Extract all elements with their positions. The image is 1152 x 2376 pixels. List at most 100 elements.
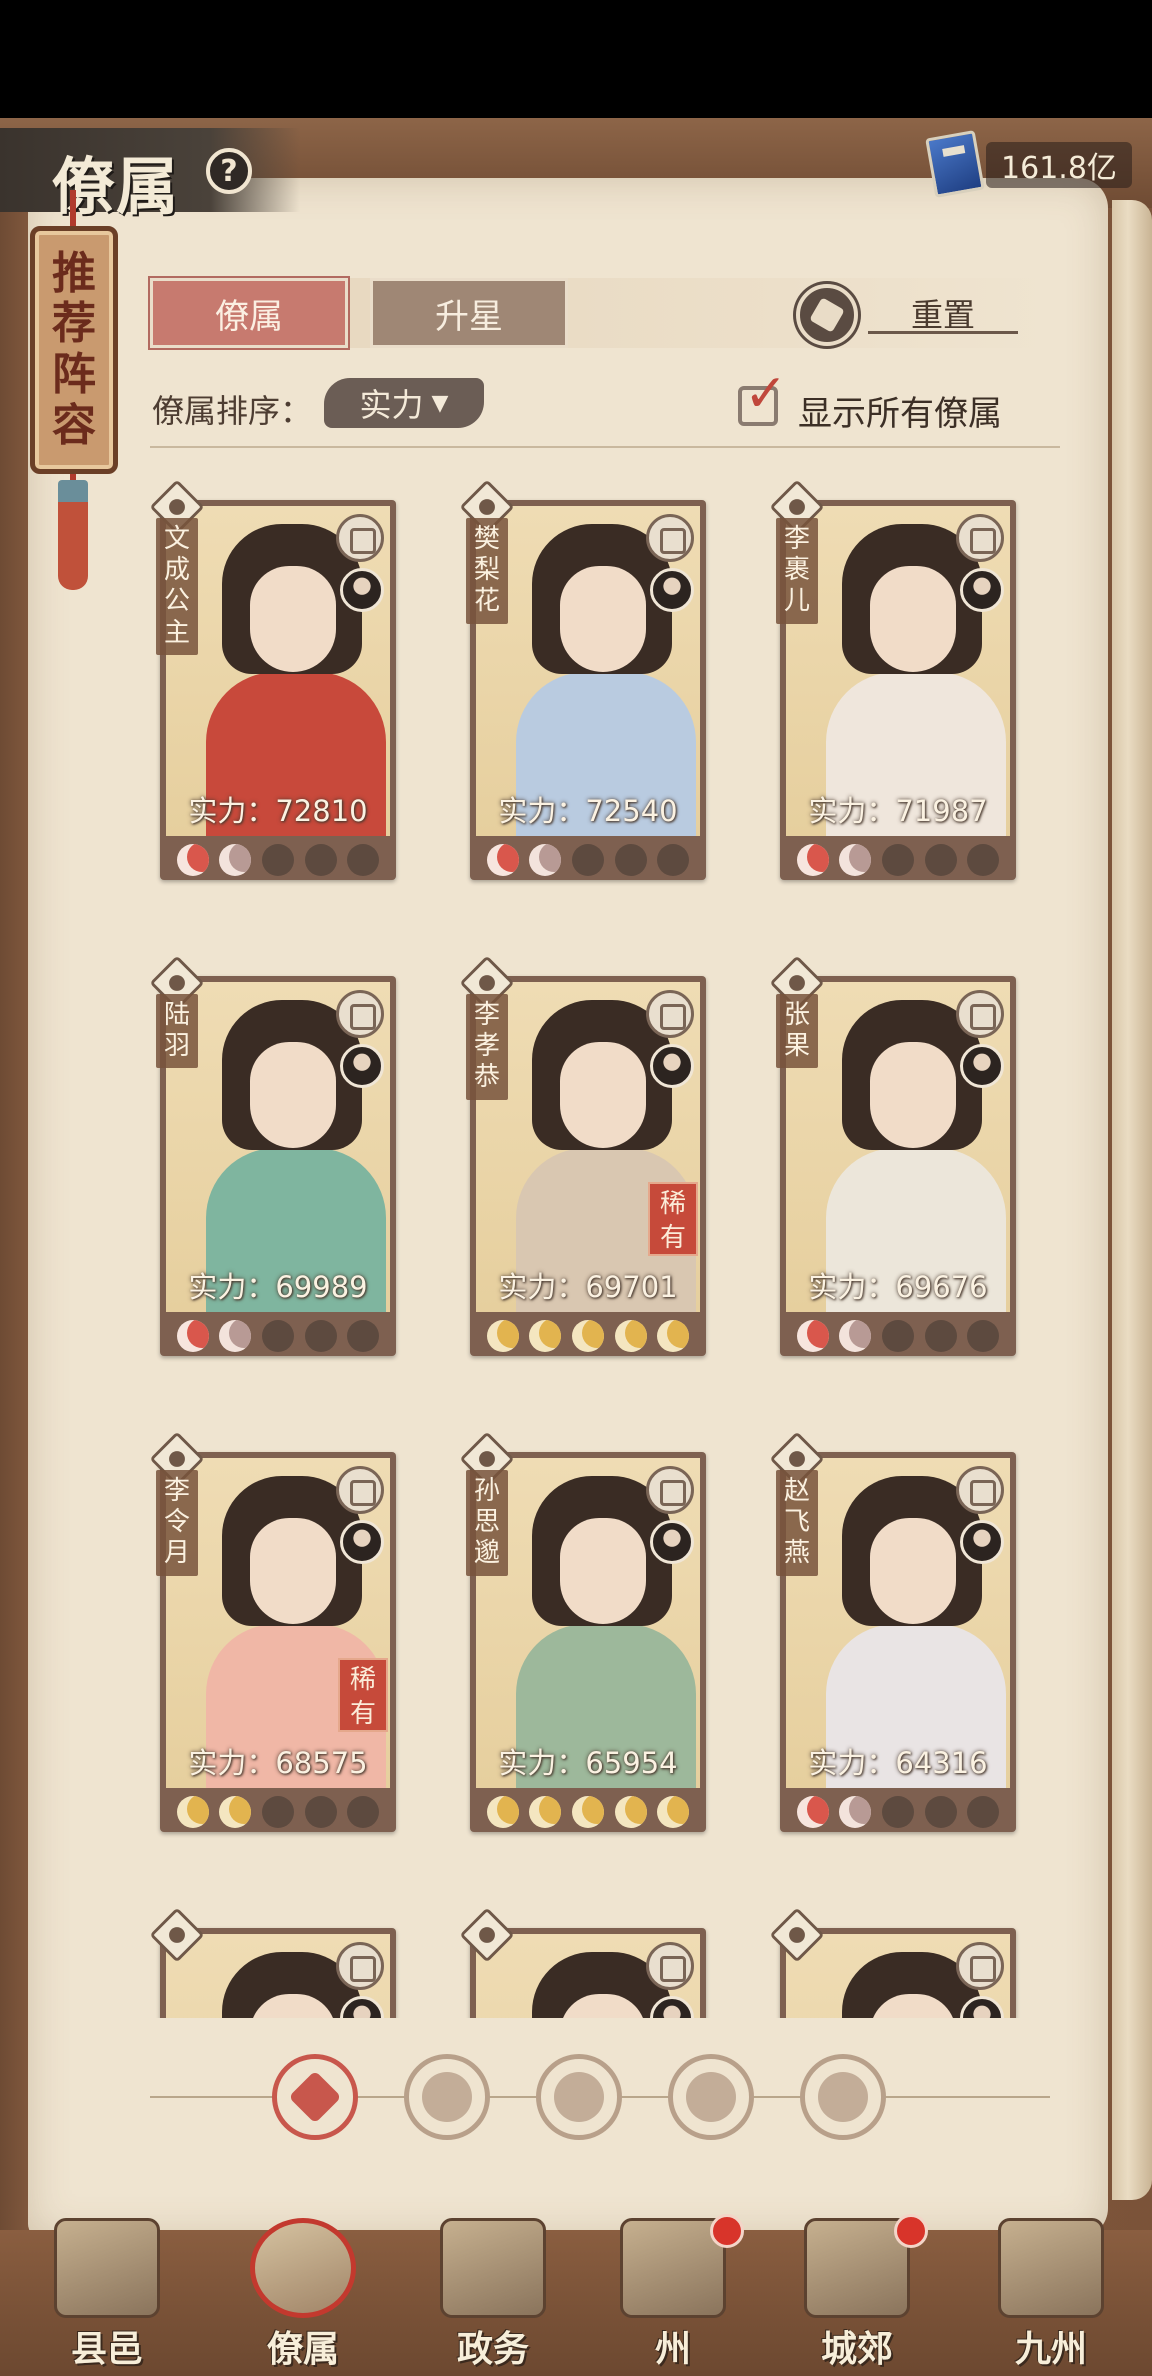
- nav-building-icon: [250, 2218, 356, 2318]
- star-icon: [881, 1320, 914, 1352]
- nav-building-icon: [440, 2218, 546, 2318]
- banner-char: 容: [52, 399, 96, 451]
- divider: [150, 446, 1060, 448]
- subordinate-card[interactable]: 樊梨花实力：72540: [459, 480, 706, 910]
- nav-item[interactable]: 州: [598, 2214, 748, 2376]
- card-name: 陆羽: [156, 994, 198, 1069]
- sort-dropdown[interactable]: 实力 ▼: [324, 378, 484, 428]
- faction-icon: [646, 990, 694, 1038]
- nav-item[interactable]: 城郊: [782, 2214, 932, 2376]
- subordinate-card[interactable]: [459, 1907, 706, 2018]
- subordinate-card[interactable]: 孙思邈 实力：65954: [459, 1431, 706, 1862]
- faction-icon: [956, 514, 1004, 562]
- filter-glyph: [554, 2072, 604, 2122]
- star-row: [476, 1792, 700, 1832]
- notification-dot: [894, 2214, 928, 2248]
- faction-icon: [646, 1942, 694, 1990]
- portrait-face: [560, 1518, 646, 1624]
- faction-icon: [956, 1466, 1004, 1514]
- nav-item[interactable]: 县邑: [32, 2218, 182, 2376]
- all-diamond-icon[interactable]: [272, 2054, 358, 2140]
- faction-icon: [646, 514, 694, 562]
- card-power: 实力：72540: [498, 794, 678, 828]
- nav-item[interactable]: 九州: [976, 2218, 1126, 2376]
- companion-avatar-icon: [650, 568, 694, 612]
- bell-class-icon[interactable]: [404, 2054, 490, 2140]
- faction-icon: [336, 990, 384, 1038]
- nav-item[interactable]: 僚属: [228, 2218, 378, 2376]
- star-icon: [796, 844, 829, 876]
- fan-class-icon[interactable]: [668, 2054, 754, 2140]
- star-icon: [967, 1320, 1000, 1352]
- lion-class-icon[interactable]: [800, 2054, 886, 2140]
- currency-display[interactable]: 161.8亿: [925, 130, 1136, 198]
- subordinate-card[interactable]: [150, 1907, 396, 2018]
- faction-icon: [336, 1466, 384, 1514]
- card-name: 文成公主: [156, 518, 198, 655]
- caret-down-icon: ▼: [431, 390, 449, 416]
- star-icon: [176, 1796, 209, 1828]
- portrait-face: [560, 566, 646, 672]
- star-icon: [176, 844, 209, 876]
- subordinate-grid[interactable]: 文成公主 实力：72810 樊梨花 实力：72540 李裹儿 实力：71987 陆羽 实力：6…: [150, 480, 1050, 2018]
- subordinate-card[interactable]: 李裹儿 实力：71987: [769, 480, 1016, 910]
- card-name: 樊梨花: [466, 518, 508, 624]
- recommended-lineup-banner[interactable]: 推 荐 阵 容: [30, 226, 118, 474]
- card-power: 实力：68575: [188, 1746, 368, 1780]
- star-icon: [657, 844, 690, 876]
- star-icon: [614, 844, 647, 876]
- subordinate-card[interactable]: 赵飞燕实力：64316: [769, 1431, 1016, 1862]
- banner-char: 阵: [52, 349, 96, 400]
- subordinate-card[interactable]: 李孝恭稀有实力：69701: [459, 955, 706, 1386]
- star-icon: [571, 1320, 604, 1352]
- card-power: 实力：64316: [808, 1746, 988, 1780]
- card-name: 李孝恭: [466, 994, 508, 1100]
- star-icon: [924, 1796, 957, 1828]
- star-icon: [261, 1796, 294, 1828]
- filter-glyph: [686, 2072, 736, 2122]
- faction-icon: [336, 514, 384, 562]
- reset-icon[interactable]: [796, 284, 858, 346]
- star-icon: [219, 1320, 252, 1352]
- star-icon: [839, 844, 872, 876]
- banner-tassel: [58, 480, 88, 590]
- portrait-face: [250, 566, 336, 672]
- subordinate-card[interactable]: 李令月 稀有 实力：68575: [150, 1431, 396, 1862]
- card-power: 实力：69676: [808, 1270, 988, 1304]
- portrait-face: [560, 1042, 646, 1148]
- star-icon: [347, 1320, 380, 1352]
- tab-star-up[interactable]: 升星: [370, 278, 568, 348]
- page-curl: [1112, 200, 1152, 2200]
- nav-label: 九州: [1014, 2328, 1087, 2370]
- reset-button[interactable]: 重置: [868, 290, 1018, 334]
- nav-label: 僚属: [266, 2328, 339, 2370]
- faction-icon: [646, 1466, 694, 1514]
- question-circle-icon[interactable]: ?: [206, 148, 252, 194]
- subordinate-card[interactable]: 陆羽 实力：69989: [150, 955, 396, 1386]
- card-name: 张果: [776, 994, 818, 1069]
- star-icon: [571, 1796, 604, 1828]
- sort-label: 僚属排序：: [152, 392, 313, 430]
- subordinate-card[interactable]: [769, 1907, 1016, 2018]
- nav-item[interactable]: 政务: [418, 2218, 568, 2376]
- star-row: [786, 1792, 1010, 1832]
- tab-subordinates[interactable]: 僚属: [150, 278, 348, 348]
- card-power: 实力：69701: [498, 1270, 678, 1304]
- companion-avatar-icon: [340, 1520, 384, 1564]
- star-icon: [304, 1320, 337, 1352]
- show-all-label[interactable]: 显示所有僚属: [798, 386, 1002, 435]
- subordinate-card[interactable]: 文成公主 实力：72810: [150, 480, 396, 910]
- filter-glyph: [818, 2072, 868, 2122]
- star-icon: [881, 1796, 914, 1828]
- star-icon: [967, 844, 1000, 876]
- star-row: [786, 1316, 1010, 1356]
- checkmark-icon: ✓: [744, 364, 788, 424]
- star-icon: [304, 844, 337, 876]
- companion-avatar-icon: [340, 568, 384, 612]
- sort-value: 实力: [359, 386, 424, 424]
- rare-badge: 稀有: [648, 1182, 698, 1256]
- card-name: 赵飞燕: [776, 1470, 818, 1576]
- card-power: 实力：71987: [808, 794, 988, 828]
- cat-class-icon[interactable]: [536, 2054, 622, 2140]
- subordinate-card[interactable]: 张果实力：69676: [769, 955, 1016, 1386]
